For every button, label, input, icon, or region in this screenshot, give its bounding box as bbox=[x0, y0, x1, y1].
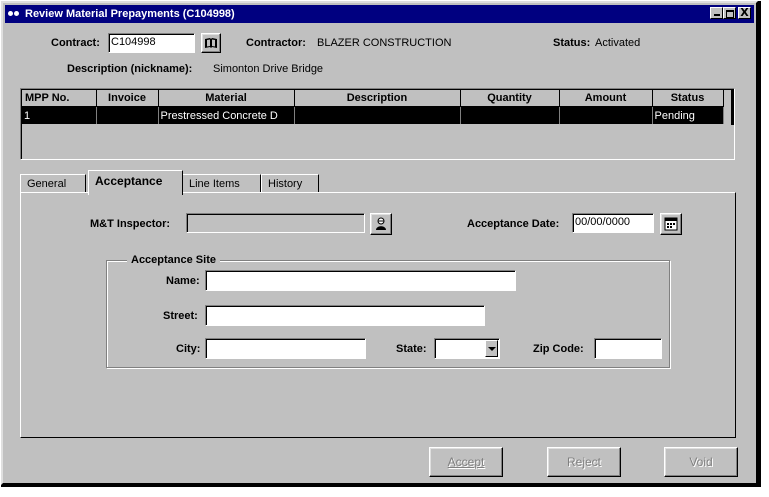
description-label: Description (nickname): bbox=[67, 63, 193, 75]
contractor-label: Contractor: bbox=[246, 37, 306, 49]
site-state-label: State: bbox=[396, 343, 427, 355]
col-amount[interactable]: Amount bbox=[559, 90, 653, 107]
contract-label: Contract: bbox=[51, 37, 100, 49]
tab-general[interactable]: General bbox=[20, 174, 86, 193]
accept-button-label: Accept bbox=[447, 455, 485, 469]
reject-button-label: Reject bbox=[566, 455, 601, 469]
col-quantity[interactable]: Quantity bbox=[460, 90, 560, 107]
cell-status[interactable]: Pending bbox=[652, 106, 724, 124]
col-status[interactable]: Status bbox=[652, 90, 724, 107]
tab-line-items[interactable]: Line Items bbox=[182, 174, 261, 193]
site-zip-label: Zip Code: bbox=[533, 343, 584, 355]
cell-description[interactable] bbox=[294, 106, 461, 124]
site-city-label: City: bbox=[176, 343, 201, 355]
grid-header-row: MPP No. Invoice Material Description Qua… bbox=[22, 90, 724, 107]
acceptance-site-legend: Acceptance Site bbox=[127, 254, 220, 266]
mpp-table: MPP No. Invoice Material Description Qua… bbox=[22, 90, 724, 124]
site-city-field[interactable] bbox=[205, 338, 366, 359]
calendar-icon bbox=[664, 217, 678, 231]
site-state-select[interactable] bbox=[434, 338, 500, 359]
window-bottom-edge bbox=[1, 485, 761, 487]
date-picker-button[interactable] bbox=[660, 213, 682, 235]
site-street-field[interactable] bbox=[205, 305, 485, 326]
acceptance-date-label: Acceptance Date: bbox=[467, 218, 560, 230]
accept-button[interactable]: Accept bbox=[429, 447, 503, 477]
person-search-icon bbox=[376, 217, 386, 230]
table-row[interactable]: 1 Prestressed Concrete D Pending bbox=[22, 106, 724, 124]
site-street-label: Street: bbox=[163, 310, 198, 322]
site-name-field[interactable] bbox=[205, 270, 516, 291]
inspector-lookup-button[interactable] bbox=[370, 213, 392, 235]
inspector-field[interactable] bbox=[186, 213, 365, 233]
site-name-label: Name: bbox=[166, 275, 200, 287]
contract-lookup-button[interactable] bbox=[201, 33, 221, 53]
cell-mpp-no[interactable]: 1 bbox=[22, 106, 97, 124]
reject-button[interactable]: Reject bbox=[547, 447, 621, 477]
close-button[interactable]: X bbox=[738, 7, 751, 19]
maximize-button[interactable] bbox=[723, 7, 736, 19]
status-label: Status: bbox=[553, 37, 591, 49]
active-tab-join bbox=[89, 192, 182, 194]
minimize-button[interactable] bbox=[710, 7, 723, 19]
inspector-label: M&T Inspector: bbox=[90, 218, 171, 230]
cell-invoice[interactable] bbox=[96, 106, 159, 124]
col-mpp-no[interactable]: MPP No. bbox=[22, 90, 97, 107]
site-zip-field[interactable] bbox=[594, 338, 662, 359]
cell-material[interactable]: Prestressed Concrete D bbox=[158, 106, 295, 124]
book-icon bbox=[205, 38, 217, 48]
mpp-grid[interactable]: MPP No. Invoice Material Description Qua… bbox=[20, 88, 735, 160]
dropdown-arrow-icon[interactable] bbox=[485, 340, 498, 357]
window-title: Review Material Prepayments (C104998) bbox=[25, 8, 235, 20]
void-button[interactable]: Void bbox=[664, 447, 738, 477]
cell-amount[interactable] bbox=[559, 106, 653, 124]
contract-field[interactable]: C104998 bbox=[108, 33, 195, 53]
title-bar[interactable]: Review Material Prepayments (C104998) X bbox=[5, 5, 754, 23]
tab-history[interactable]: History bbox=[261, 174, 319, 193]
contractor-value: BLAZER CONSTRUCTION bbox=[317, 37, 452, 49]
app-eyes-icon bbox=[8, 10, 22, 18]
col-invoice[interactable]: Invoice bbox=[96, 90, 159, 107]
acceptance-date-field[interactable]: 00/00/0000 bbox=[572, 213, 654, 233]
cell-quantity[interactable] bbox=[460, 106, 560, 124]
col-description[interactable]: Description bbox=[294, 90, 461, 107]
window-right-edge bbox=[758, 1, 761, 487]
status-value: Activated bbox=[595, 37, 641, 49]
description-value: Simonton Drive Bridge bbox=[213, 63, 324, 75]
row-selector-edge bbox=[731, 90, 734, 125]
col-material[interactable]: Material bbox=[158, 90, 295, 107]
void-button-label: Void bbox=[689, 455, 713, 469]
